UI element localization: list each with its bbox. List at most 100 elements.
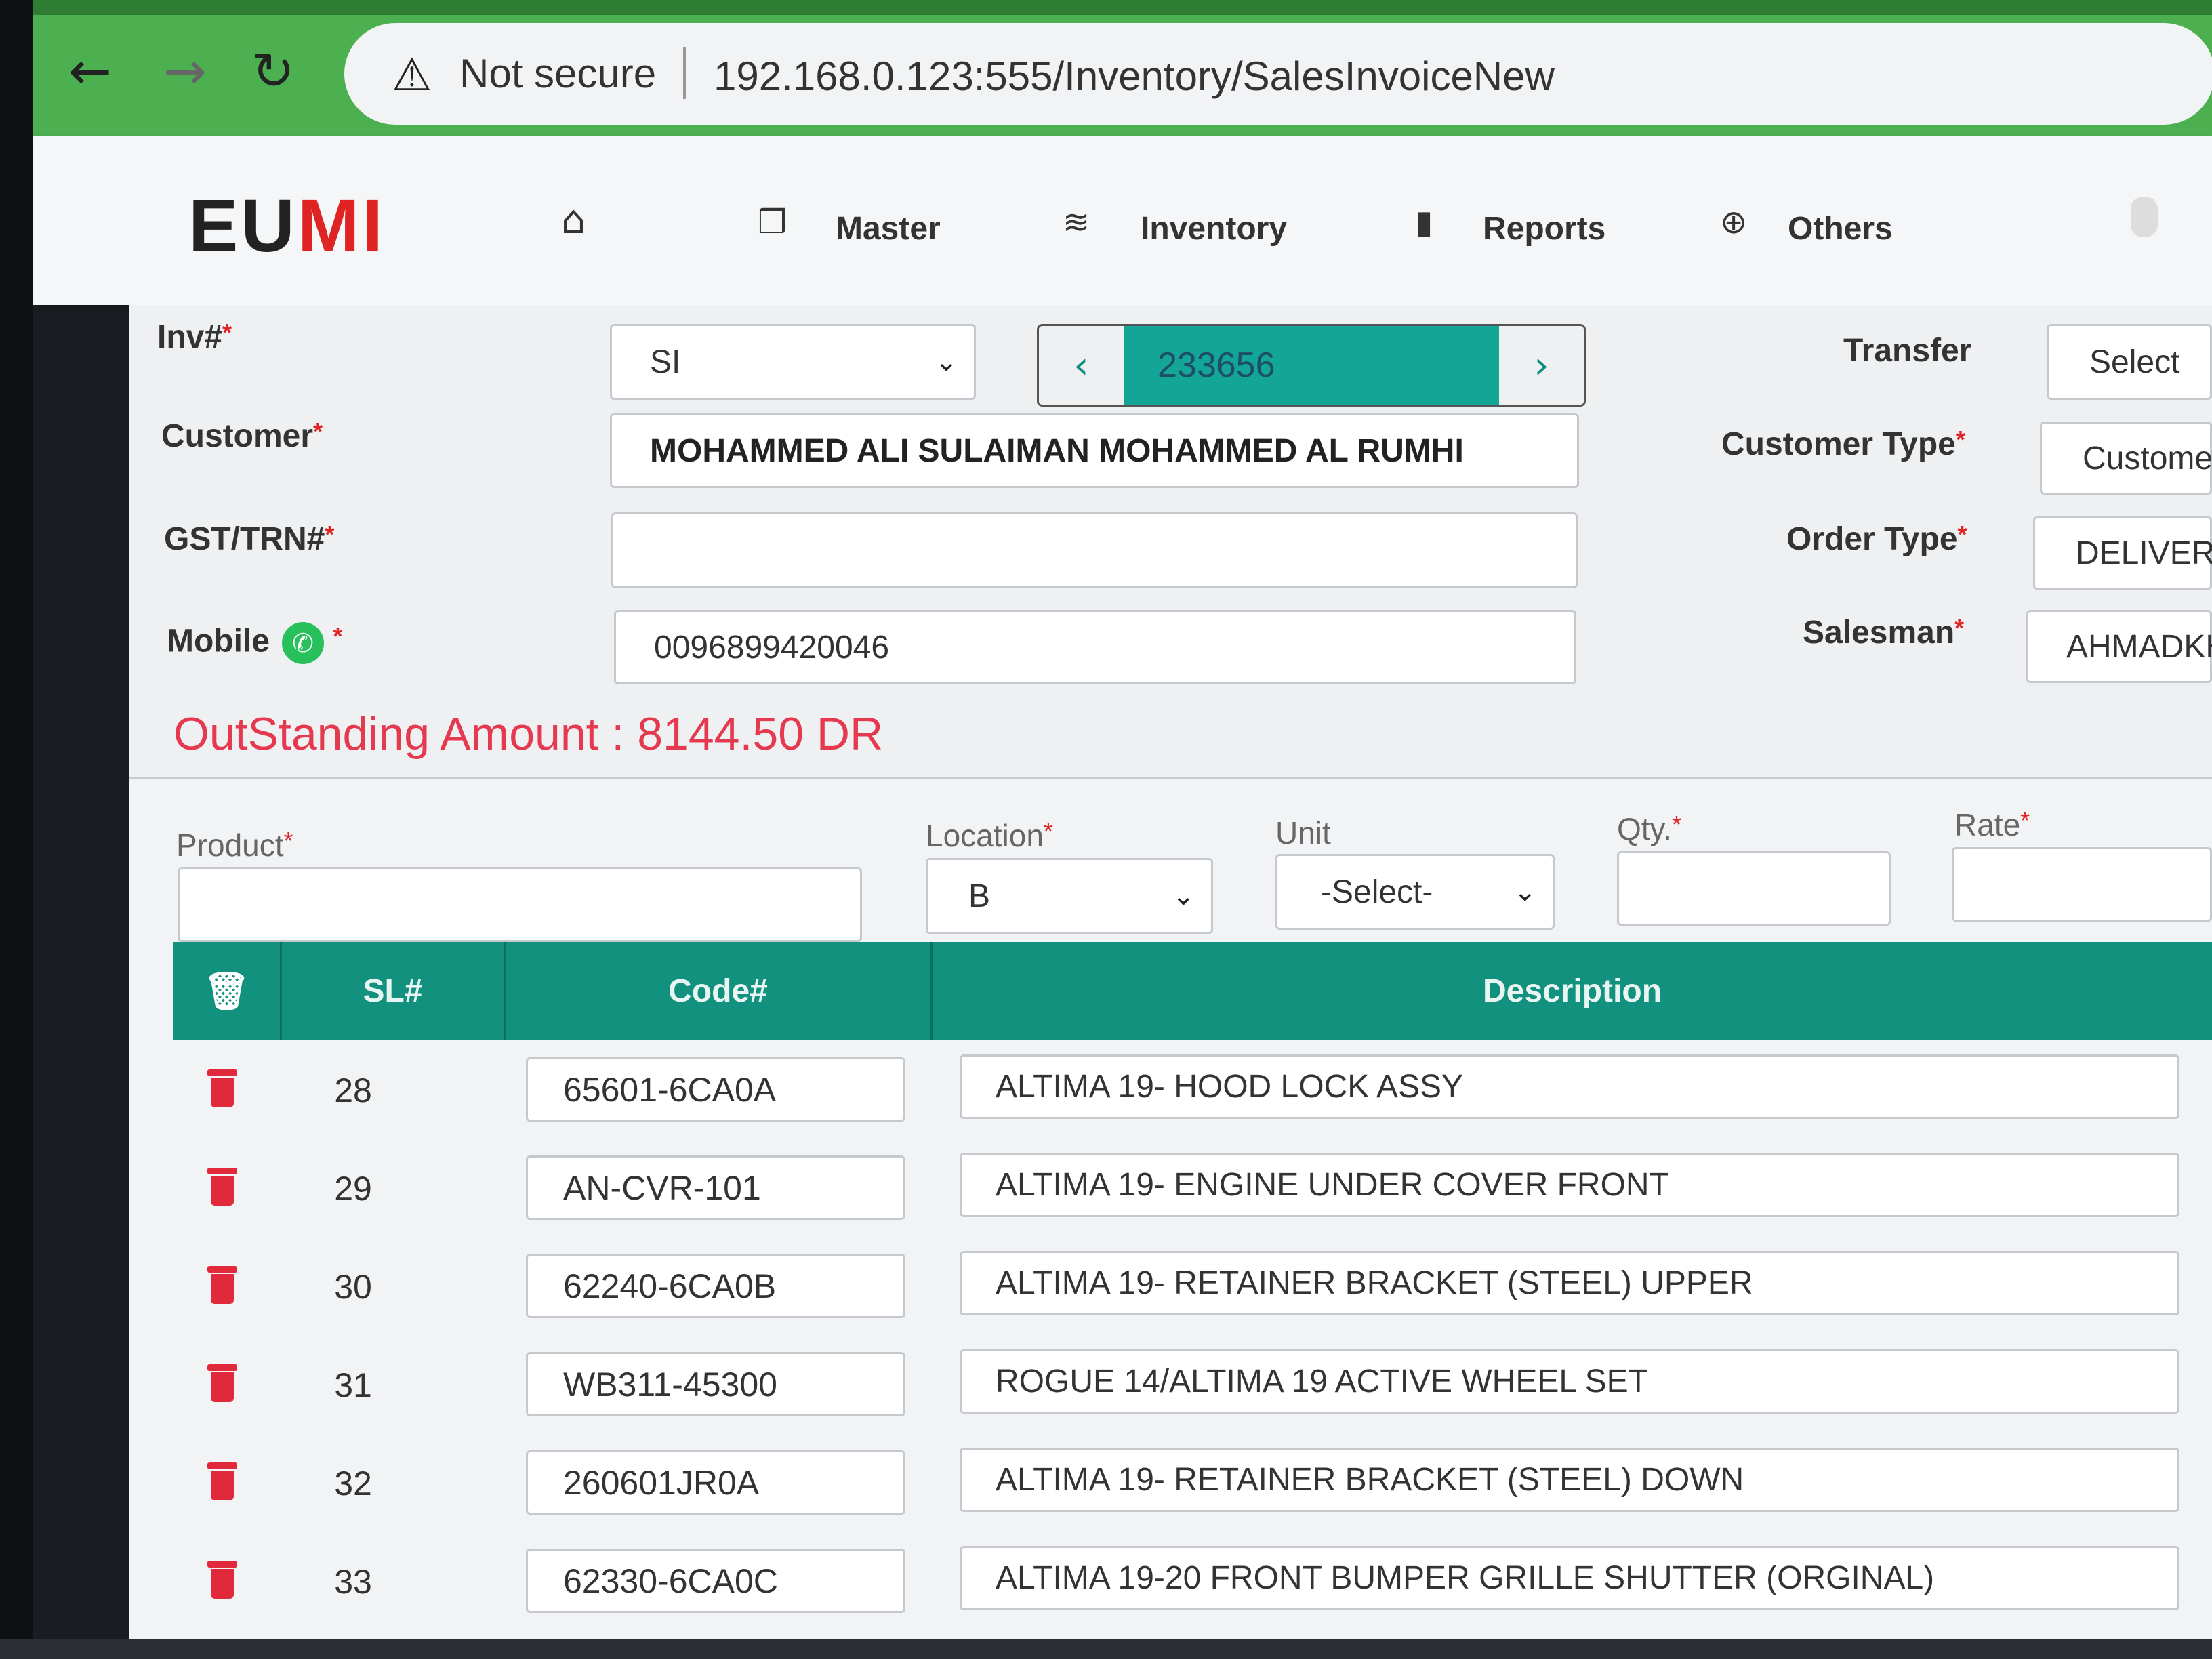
order-type-label: Order Type* (1786, 520, 1967, 557)
row-sl: 28 (334, 1071, 372, 1109)
reload-icon[interactable]: ↻ (243, 41, 304, 102)
product-label: Product* (176, 827, 293, 863)
notification-icon[interactable] (2131, 197, 2158, 237)
row-code[interactable]: 62240-6CA0B (526, 1254, 905, 1318)
delete-row-icon[interactable] (207, 1266, 237, 1304)
table-row: 30 62240-6CA0B ALTIMA 19- RETAINER BRACK… (173, 1247, 2212, 1342)
delete-row-icon[interactable] (207, 1561, 237, 1599)
salesman-value: AHMADKH (2066, 628, 2212, 665)
location-select[interactable]: B ⌄ (926, 858, 1213, 934)
customer-type-select[interactable]: Customer (2040, 422, 2212, 495)
table-row: 31 WB311-45300 ROGUE 14/ALTIMA 19 ACTIVE… (173, 1345, 2212, 1440)
outstanding-amount: OutStanding Amount : 8144.50 DR (173, 708, 884, 760)
row-code[interactable]: WB311-45300 (526, 1352, 905, 1416)
inv-number-group: ‹ 233656 › (1037, 324, 1586, 407)
unit-label: Unit (1275, 815, 1331, 851)
security-label[interactable]: Not secure (459, 50, 656, 97)
url-text[interactable]: 192.168.0.123:555/Inventory/SalesInvoice… (714, 53, 1555, 100)
unit-value: -Select- (1321, 874, 1433, 910)
row-description[interactable]: ALTIMA 19-20 FRONT BUMPER GRILLE SHUTTER… (960, 1546, 2179, 1610)
row-sl: 30 (334, 1268, 372, 1306)
customer-type-value: Customer (2083, 440, 2212, 476)
mobile-label: Mobile ✆ * (167, 622, 342, 664)
layers-icon: ≋ (1063, 203, 1090, 241)
mobile-field[interactable]: 0096899420046 (614, 610, 1576, 684)
col-code: Code# (506, 942, 933, 1040)
row-sl: 29 (334, 1170, 372, 1208)
home-icon[interactable]: ⌂ (561, 197, 586, 243)
url-divider (683, 47, 686, 99)
row-code[interactable]: 65601-6CA0A (526, 1057, 905, 1122)
cube-icon: ❒ (758, 203, 787, 241)
order-type-select[interactable]: DELIVERY (2033, 516, 2212, 590)
invoice-header-section: Inv#* SI ⌄ ‹ 233656 › Transfer Select Cu… (129, 305, 2212, 779)
row-description[interactable]: ALTIMA 19- RETAINER BRACKET (STEEL) UPPE… (960, 1251, 2179, 1315)
bar-chart-icon: ▮ (1415, 203, 1433, 241)
rate-label: Rate* (1954, 806, 2030, 842)
transfer-label: Transfer (1843, 333, 1972, 369)
unit-select[interactable]: -Select- ⌄ (1275, 854, 1555, 930)
delete-row-icon[interactable] (207, 1168, 237, 1206)
screen-bottom-edge (0, 1639, 2212, 1659)
warning-icon[interactable]: ⚠ (392, 49, 432, 101)
inv-type-value: SI (650, 344, 681, 380)
back-icon[interactable]: ← (60, 41, 121, 102)
monitor-bezel (0, 0, 33, 1659)
trash-icon: 🗑 (203, 969, 250, 1012)
forward-icon[interactable]: → (155, 41, 216, 102)
menu-others[interactable]: Others (1788, 210, 1893, 247)
chevron-down-icon: ⌄ (1513, 876, 1536, 907)
qty-input[interactable] (1617, 851, 1891, 926)
app-logo[interactable]: EUMI (188, 183, 386, 269)
delete-all-button[interactable]: 🗑 (173, 942, 282, 1040)
chevron-down-icon: ⌄ (1172, 880, 1195, 912)
col-description: Description (1482, 973, 1662, 1009)
row-code[interactable]: 62330-6CA0C (526, 1549, 905, 1613)
table-row: 33 62330-6CA0C ALTIMA 19-20 FRONT BUMPER… (173, 1542, 2212, 1637)
row-description[interactable]: ALTIMA 19- ENGINE UNDER COVER FRONT (960, 1153, 2179, 1217)
col-sl: SL# (282, 942, 506, 1040)
salesman-select[interactable]: AHMADKH (2026, 610, 2212, 683)
row-code[interactable]: 260601JR0A (526, 1450, 905, 1515)
invoice-form: Inv#* SI ⌄ ‹ 233656 › Transfer Select Cu… (129, 305, 2212, 1659)
salesman-label: Salesman* (1803, 614, 1965, 651)
chevron-down-icon: ⌄ (935, 346, 958, 377)
row-sl: 31 (334, 1366, 372, 1404)
menu-reports[interactable]: Reports (1483, 210, 1605, 247)
table-row: 29 AN-CVR-101 ALTIMA 19- ENGINE UNDER CO… (173, 1149, 2212, 1244)
row-description[interactable]: ALTIMA 19- HOOD LOCK ASSY (960, 1054, 2179, 1119)
customer-field[interactable]: MOHAMMED ALI SULAIMAN MOHAMMED AL RUMHI (610, 413, 1579, 488)
transfer-value: Select (2089, 344, 2180, 380)
browser-chrome: ← → ↻ ⚠ Not secure 192.168.0.123:555/Inv… (33, 0, 2212, 136)
qty-label: Qty.* (1617, 811, 1681, 846)
delete-row-icon[interactable] (207, 1364, 237, 1402)
location-value: B (968, 878, 991, 914)
order-type-value: DELIVERY (2076, 535, 2212, 571)
row-description[interactable]: ALTIMA 19- RETAINER BRACKET (STEEL) DOWN (960, 1448, 2179, 1512)
location-label: Location* (926, 817, 1053, 853)
customer-label: Customer* (161, 417, 323, 454)
menu-master[interactable]: Master (836, 210, 941, 247)
inv-type-select[interactable]: SI ⌄ (610, 324, 976, 400)
customer-type-label: Customer Type* (1721, 426, 1965, 462)
row-sl: 32 (334, 1465, 372, 1502)
row-description[interactable]: ROGUE 14/ALTIMA 19 ACTIVE WHEEL SET (960, 1349, 2179, 1414)
items-table-header: 🗑 SL# Code# Description (173, 942, 2212, 1040)
next-invoice-button[interactable]: › (1499, 326, 1584, 405)
delete-row-icon[interactable] (207, 1462, 237, 1500)
row-code[interactable]: AN-CVR-101 (526, 1155, 905, 1220)
address-bar[interactable]: ⚠ Not secure 192.168.0.123:555/Inventory… (344, 23, 2212, 125)
product-input[interactable] (178, 867, 862, 942)
delete-row-icon[interactable] (207, 1069, 237, 1107)
menu-inventory[interactable]: Inventory (1141, 210, 1287, 247)
gst-field[interactable] (611, 512, 1578, 588)
inv-number-field[interactable]: 233656 (1124, 326, 1499, 405)
row-sl: 33 (334, 1563, 372, 1601)
gst-label: GST/TRN#* (164, 520, 335, 557)
table-row: 32 260601JR0A ALTIMA 19- RETAINER BRACKE… (173, 1443, 2212, 1538)
globe-icon: ⊕ (1720, 203, 1748, 241)
rate-input[interactable] (1952, 847, 2212, 922)
whatsapp-icon[interactable]: ✆ (282, 622, 324, 664)
prev-invoice-button[interactable]: ‹ (1039, 326, 1124, 405)
transfer-select[interactable]: Select (2047, 324, 2212, 400)
